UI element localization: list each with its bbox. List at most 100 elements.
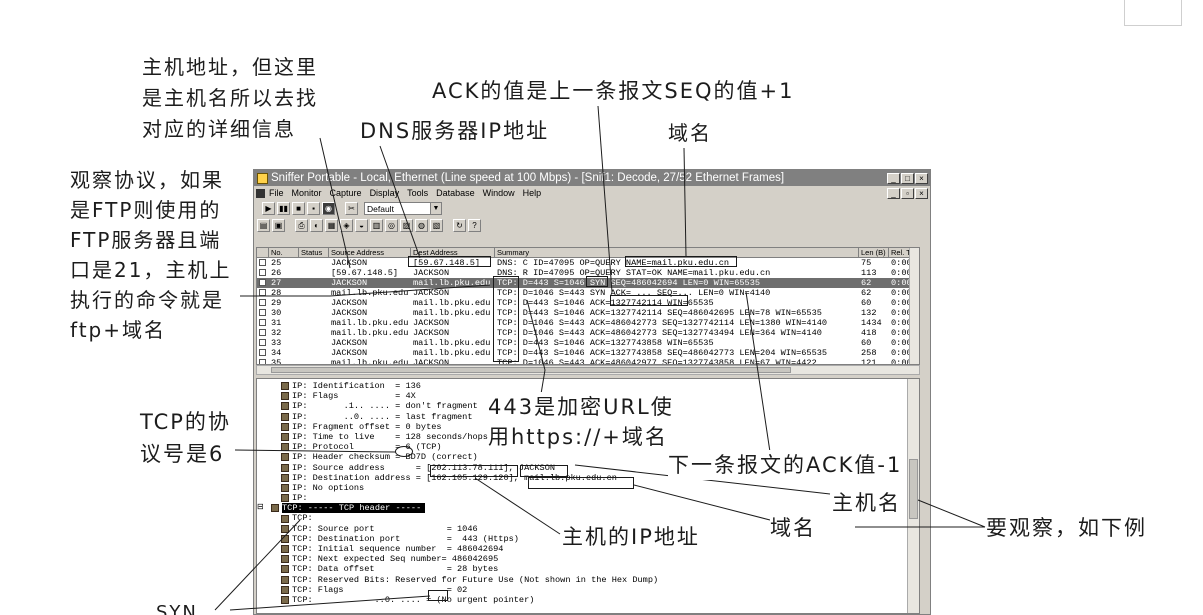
column-dest[interactable]: Dest Address — [411, 248, 495, 257]
note-line: 对应的详细信息 — [142, 117, 296, 141]
menu-database[interactable]: Database — [436, 188, 475, 198]
note-dns-server: DNS服务器IP地址 — [360, 119, 550, 143]
minimize-icon[interactable]: _ — [887, 172, 900, 184]
packet-list: No. Status Source Address Dest Address S… — [256, 247, 920, 365]
packet-row[interactable]: 32 mail.lb.pku.edu JACKSON TCP: D=1046 S=44… — [257, 328, 919, 338]
cell-summary: TCP: D=1046 S=443 ACK=486042977 SEQ=1327… — [497, 358, 817, 365]
note-line: 443是加密URL使 — [488, 395, 674, 419]
pause-capture-icon[interactable]: ▮▮ — [277, 202, 290, 215]
toolbar-capture: ▶ ▮▮ ■ ▪ ◉ ✂ Default ▼ — [254, 200, 930, 217]
dashboard-icon[interactable]: ◐ — [310, 219, 323, 232]
close-icon[interactable]: × — [915, 172, 928, 184]
column-status[interactable]: Status — [299, 248, 329, 257]
global-stats-icon[interactable]: ▨ — [400, 219, 413, 232]
cell-len: 121 — [861, 358, 877, 365]
detail-scrollbar[interactable] — [907, 379, 919, 613]
packet-row[interactable]: 29 JACKSON mail.lb.pku.edu TCP: D=443 S=104… — [257, 298, 919, 308]
detail-text: TCP: Destination port = 443 (Https) — [292, 533, 519, 544]
host-table-icon[interactable]: ▦ — [325, 219, 338, 232]
packet-row[interactable]: 25 JACKSON [59.67.148.5] DNS: C ID=47095 OP… — [257, 258, 919, 268]
cell-dst: mail.lb.pku.edu — [413, 308, 491, 318]
print-icon[interactable]: ⎙ — [295, 219, 308, 232]
refresh-icon[interactable]: ↻ — [453, 219, 466, 232]
cell-no: 26 — [271, 268, 282, 278]
application-response-icon[interactable]: ◒ — [355, 219, 368, 232]
cell-len: 418 — [861, 328, 877, 338]
column-summary[interactable]: Summary — [495, 248, 859, 257]
packet-row[interactable]: 27 JACKSON mail.lb.pku.edu TCP: D=443 S=104… — [257, 278, 919, 288]
cell-status — [299, 358, 329, 364]
menu-help[interactable]: Help — [523, 188, 542, 198]
child-minimize-icon[interactable]: _ — [887, 187, 900, 199]
detail-row[interactable]: ⊟ TCP: ----- TCP header ----- — [257, 503, 919, 514]
menu-tools[interactable]: Tools — [407, 188, 428, 198]
cell-src: [59.67.148.5] — [331, 268, 399, 278]
start-capture-icon[interactable]: ▶ — [262, 202, 275, 215]
cell-len: 132 — [861, 308, 877, 318]
menu-window[interactable]: Window — [483, 188, 515, 198]
menu-capture[interactable]: Capture — [330, 188, 362, 198]
field-icon — [281, 545, 289, 554]
detail-text: IP: Protocol = 6 (TCP) — [292, 442, 442, 453]
child-close-icon[interactable]: × — [915, 187, 928, 199]
packet-row[interactable]: 33 JACKSON mail.lb.pku.edu TCP: D=443 S=104… — [257, 338, 919, 348]
cell-src: JACKSON — [331, 308, 368, 318]
cell-summary: TCP: D=443 S=1046 ACK=1327742114 SEQ=486… — [497, 308, 822, 318]
detail-row[interactable]: IP: No options — [257, 483, 919, 493]
packet-row[interactable]: 28 mail.lb.pku.edu JACKSON TCP: D=1046 S=44… — [257, 288, 919, 298]
history-samples-icon[interactable]: ▥ — [370, 219, 383, 232]
detail-text: IP: — [292, 493, 308, 504]
cell-no: 27 — [271, 278, 282, 288]
cell-status — [299, 348, 329, 358]
note-observe-example: 要观察，如下例 — [986, 516, 1147, 540]
cell-summary: TCP: D=443 S=1046 ACK=1327743858 SEQ=486… — [497, 348, 828, 358]
packet-row[interactable]: 26 [59.67.148.5] JACKSON DNS: R ID=47095 OP… — [257, 268, 919, 278]
detail-row[interactable]: TCP: ..0. .... = (No urgent pointer) — [257, 595, 919, 605]
open-icon[interactable]: ▤ — [257, 219, 270, 232]
alarm-log-icon[interactable]: ◍ — [415, 219, 428, 232]
note-ack-value: ACK的值是上一条报文SEQ的值+1 — [432, 79, 795, 103]
detail-text: IP: Fragment offset = 0 bytes — [292, 421, 442, 432]
app-icon — [257, 172, 268, 184]
define-filter-icon[interactable]: ✂ — [345, 202, 358, 215]
packet-list-scrollbar[interactable] — [909, 248, 919, 364]
detail-row[interactable]: IP: Identification = 136 — [257, 381, 919, 391]
filter-select[interactable]: Default ▼ — [364, 202, 442, 215]
maximize-icon[interactable]: □ — [901, 172, 914, 184]
packet-row[interactable]: 35 mail.lb.pku.edu JACKSON TCP: D=1046 S=44… — [257, 358, 919, 365]
menu-file[interactable]: File — [269, 188, 284, 198]
detail-text: TCP: Data offset = 28 bytes — [292, 564, 499, 575]
menu-monitor[interactable]: Monitor — [292, 188, 322, 198]
help-icon[interactable]: ? — [468, 219, 481, 232]
tree-collapse-icon[interactable]: ⊟ — [257, 503, 271, 513]
detail-row[interactable]: TCP: Flags = 02 — [257, 585, 919, 595]
packet-row[interactable]: 31 mail.lb.pku.edu JACKSON TCP: D=1046 S=44… — [257, 318, 919, 328]
column-no[interactable]: No. — [269, 248, 299, 257]
protocol-dist-icon[interactable]: ◎ — [385, 219, 398, 232]
field-icon — [281, 422, 289, 431]
note-line: TCP的协 — [140, 410, 231, 434]
detail-row[interactable]: TCP: Data offset = 28 bytes — [257, 564, 919, 574]
packet-row[interactable]: 34 JACKSON mail.lb.pku.edu TCP: D=443 S=104… — [257, 348, 919, 358]
packet-list-hscrollbar[interactable] — [256, 365, 920, 375]
binoculars-icon[interactable]: ◉ — [322, 202, 335, 215]
detail-row[interactable]: TCP: Reserved Bits: Reserved for Future … — [257, 575, 919, 585]
child-restore-icon[interactable]: ▫ — [901, 187, 914, 199]
menu-display[interactable]: Display — [370, 188, 400, 198]
stop-capture-icon[interactable]: ■ — [292, 202, 305, 215]
detail-row[interactable]: IP: — [257, 493, 919, 503]
save-icon[interactable]: ▣ — [272, 219, 285, 232]
address-book-icon[interactable]: ▧ — [430, 219, 443, 232]
field-icon — [281, 473, 289, 482]
cell-status — [299, 288, 329, 298]
column-len[interactable]: Len (B) — [859, 248, 889, 257]
packet-row[interactable]: 30 JACKSON mail.lb.pku.edu TCP: D=443 S=104… — [257, 308, 919, 318]
field-icon — [281, 565, 289, 574]
column-source[interactable]: Source Address — [329, 248, 411, 257]
matrix-icon[interactable]: ◈ — [340, 219, 353, 232]
detail-row[interactable]: TCP: Next expected Seq number= 486042695 — [257, 554, 919, 564]
stop-display-icon[interactable]: ▪ — [307, 202, 320, 215]
note-host-ip: 主机的IP地址 — [562, 522, 700, 552]
detail-text: TCP: ..0. .... = (No urgent pointer) — [292, 594, 535, 605]
cell-dst: JACKSON — [413, 268, 450, 278]
